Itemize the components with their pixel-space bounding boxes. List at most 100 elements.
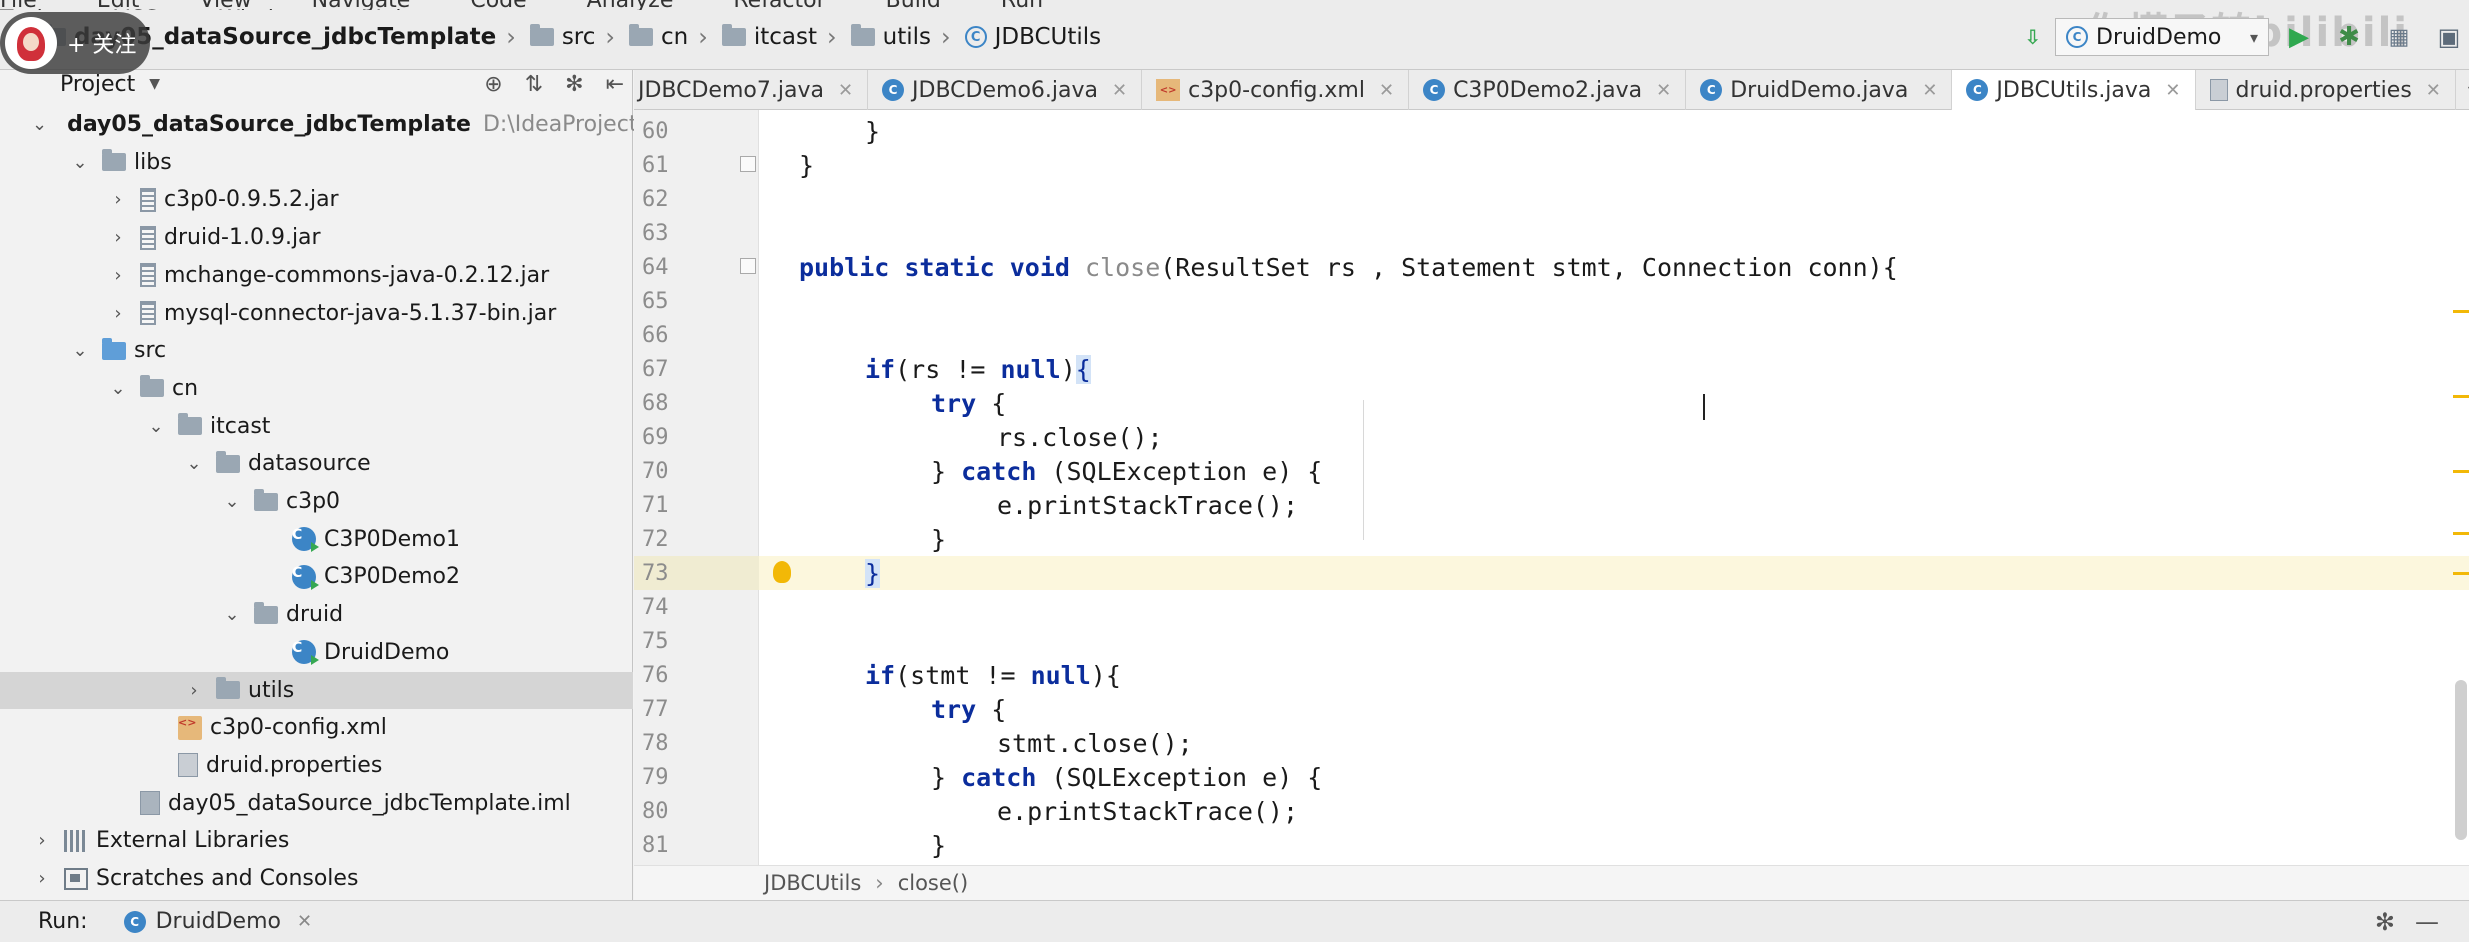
close-icon[interactable]: ✕	[1379, 80, 1394, 101]
tree-item[interactable]: › External Libraries	[0, 822, 633, 859]
menu-item-code[interactable]: Code	[470, 0, 526, 10]
menu-item-view[interactable]: View	[199, 0, 251, 10]
expand-arrow-icon[interactable]: ⌄	[146, 416, 166, 437]
warning-marker[interactable]	[2453, 572, 2469, 575]
code-line[interactable]: 79} catch (SQLException e) {	[634, 760, 2469, 794]
run-play-icon[interactable]: ▶	[2279, 17, 2319, 57]
expand-arrow-icon[interactable]: ⌄	[70, 152, 90, 173]
code-line[interactable]: 77 try {	[634, 692, 2469, 726]
tree-item[interactable]: › c3p0-0.9.5.2.jar	[0, 181, 633, 218]
menu-item-edit[interactable]: Edit	[97, 0, 140, 10]
tree-item[interactable]: › mysql-connector-java-5.1.37-bin.jar	[0, 295, 633, 332]
close-icon[interactable]: ✕	[2165, 80, 2180, 101]
breadcrumb-item[interactable]: C JDBCUtils	[951, 24, 1101, 50]
run-tab[interactable]: C DruidDemo ✕	[123, 909, 312, 934]
expand-arrow-icon[interactable]: ⌄	[70, 340, 90, 361]
collapse-arrow-icon[interactable]: ›	[32, 830, 52, 851]
menu-item-refactor[interactable]: Refactor	[733, 0, 825, 10]
collapse-arrow-icon[interactable]: ›	[32, 868, 52, 889]
code-line[interactable]: 65	[634, 284, 2469, 318]
code-line[interactable]: 78 stmt.close();	[634, 726, 2469, 760]
breadcrumb-item[interactable]: cn ›	[615, 23, 708, 51]
project-structure-icon[interactable]: ▣	[2429, 17, 2469, 57]
tree-item[interactable]: day05_dataSource_jdbcTemplate.iml	[0, 785, 633, 822]
close-icon[interactable]: ✕	[838, 80, 853, 101]
tree-item[interactable]: C DruidDemo	[0, 634, 633, 671]
tree-item[interactable]: druid.properties	[0, 747, 633, 784]
collapse-arrow-icon[interactable]: ›	[108, 265, 128, 286]
code-line[interactable]: 75	[634, 624, 2469, 658]
code-line[interactable]: 62	[634, 182, 2469, 216]
code-line[interactable]: 63	[634, 216, 2469, 250]
tab-c3p0-config-xml[interactable]: <> c3p0-config.xml ✕	[1142, 70, 1410, 110]
expand-arrow-icon[interactable]: ⌄	[184, 453, 204, 474]
collapse-all-icon[interactable]: ⇅	[525, 72, 543, 97]
warning-marker[interactable]	[2453, 395, 2469, 398]
tab-list-icon[interactable]: ▾≡	[2456, 70, 2469, 109]
menu-item-analyze[interactable]: Analyze	[587, 0, 674, 10]
editor-scrollbar[interactable]	[2455, 680, 2467, 840]
code-line[interactable]: 68 try {	[634, 386, 2469, 420]
tree-item[interactable]: <> c3p0-config.xml	[0, 709, 633, 746]
locate-target-icon[interactable]: ⊕	[484, 72, 502, 97]
expand-arrow-icon[interactable]: ⌄	[222, 604, 242, 625]
tree-item[interactable]: › Scratches and Consoles	[0, 860, 633, 897]
close-icon[interactable]: ✕	[297, 911, 312, 932]
tree-item[interactable]: C C3P0Demo1	[0, 521, 633, 558]
tab-c3p0demo2-java[interactable]: C C3P0Demo2.java ✕	[1409, 70, 1687, 110]
gear-icon[interactable]: ✻	[565, 72, 583, 97]
breadcrumb-item[interactable]: utils ›	[837, 23, 951, 51]
expand-arrow-icon[interactable]: ⌄	[222, 491, 242, 512]
menu-item-file[interactable]: File	[0, 0, 37, 10]
tree-item[interactable]: › druid-1.0.9.jar	[0, 219, 633, 256]
tree-item[interactable]: ⌄ druid	[0, 596, 633, 633]
collapse-arrow-icon[interactable]: ›	[184, 680, 204, 701]
code-line[interactable]: 60}	[634, 114, 2469, 148]
tree-item[interactable]: ⌄ src	[0, 332, 633, 369]
tab-druid-properties[interactable]: druid.properties ✕	[2196, 70, 2456, 110]
build-icon[interactable]: ⇩	[2024, 25, 2041, 49]
code-line[interactable]: 76 if(stmt != null){	[634, 658, 2469, 692]
breadcrumb-method[interactable]: close()	[898, 871, 968, 895]
breadcrumb-item[interactable]: itcast ›	[708, 23, 837, 51]
minimize-icon[interactable]: —	[2415, 908, 2439, 936]
close-icon[interactable]: ✕	[1922, 80, 1937, 101]
code-line[interactable]: 64 public static void close(ResultSet rs …	[634, 250, 2469, 284]
code-line[interactable]: 73}	[634, 556, 2469, 590]
warning-marker[interactable]	[2453, 470, 2469, 473]
menu-item-navigate[interactable]: Navigate	[312, 0, 411, 10]
coverage-icon[interactable]: ▦	[2379, 17, 2419, 57]
collapse-arrow-icon[interactable]: ›	[108, 303, 128, 324]
tree-item[interactable]: › utils	[0, 671, 633, 709]
code-line[interactable]: 72}	[634, 522, 2469, 556]
follow-button[interactable]: + 关注	[67, 27, 136, 59]
tree-item[interactable]: › mchange-commons-java-0.2.12.jar	[0, 257, 633, 294]
tab-jdbcdemo7-java[interactable]: JDBCDemo7.java ✕	[634, 70, 869, 110]
expand-arrow-icon[interactable]: ⌄	[108, 378, 128, 399]
lightbulb-icon[interactable]	[773, 561, 791, 583]
project-panel-header[interactable]: Project ▼ ⊕ ⇅ ✻ ⇤	[0, 70, 632, 98]
tab-druiddemo-java[interactable]: C DruidDemo.java ✕	[1686, 70, 1953, 110]
code-line[interactable]: 66	[634, 318, 2469, 352]
tree-item[interactable]: ⌄ cn	[0, 370, 633, 407]
tab-jdbcdemo6-java[interactable]: C JDBCDemo6.java ✕	[868, 70, 1143, 110]
warning-marker[interactable]	[2453, 532, 2469, 535]
collapse-arrow-icon[interactable]: ›	[108, 189, 128, 210]
hide-panel-icon[interactable]: ⇤	[606, 72, 624, 97]
close-icon[interactable]: ✕	[1656, 80, 1671, 101]
tree-item[interactable]: C C3P0Demo2	[0, 558, 633, 595]
error-stripe[interactable]	[2449, 110, 2469, 865]
gear-icon[interactable]: ✻	[2375, 908, 2395, 936]
close-icon[interactable]: ✕	[2426, 80, 2441, 101]
uploader-follow-badge[interactable]: + 关注	[0, 12, 150, 74]
close-icon[interactable]: ✕	[1112, 80, 1127, 101]
run-config-select[interactable]: C DruidDemo ▾	[2055, 18, 2269, 56]
code-line[interactable]: 81}	[634, 828, 2469, 862]
code-line[interactable]: 80 e.printStackTrace();	[634, 794, 2469, 828]
breadcrumb-class[interactable]: JDBCUtils	[764, 871, 861, 895]
code-line[interactable]: 67 if(rs != null){	[634, 352, 2469, 386]
main-menu[interactable]: File Edit View Navigate Code Analyze Refactor B…	[0, 0, 1150, 10]
breadcrumb-item[interactable]: src ›	[516, 23, 615, 51]
code-line[interactable]: 61}	[634, 148, 2469, 182]
code-area[interactable]: 60} 61} 62 63 64 public static void close(Res…	[634, 110, 2469, 865]
